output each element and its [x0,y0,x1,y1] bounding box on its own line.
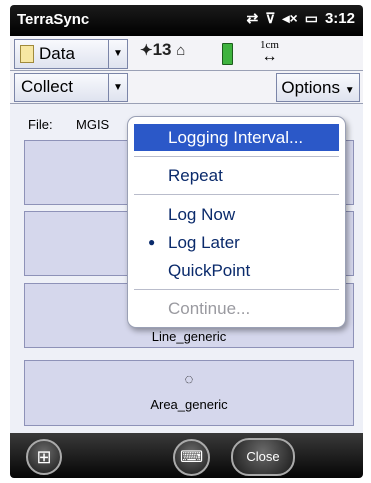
menu-item-log-later[interactable]: ● Log Later [134,229,339,256]
windows-logo-icon: ⊞ [36,447,52,467]
menu-item-label: QuickPoint [168,261,251,280]
options-label: Options [281,78,340,97]
menu-item-repeat[interactable]: Repeat [134,162,339,189]
menu-item-continue: Continue... [134,295,339,322]
gps-status[interactable]: ✦13 ⌂ [140,40,185,60]
data-section-dropdown[interactable]: Data ▼ [14,39,128,69]
collect-toolbar: Collect ▼ Options ▼ [10,71,363,104]
options-button[interactable]: Options ▼ [276,73,360,102]
triangle-down-icon: ▼ [344,85,355,96]
gps-receiver-icon: ⌂ [176,42,186,59]
feature-name: Area_generic [150,397,228,412]
menu-item-log-now[interactable]: Log Now [134,201,339,228]
status-icons: ⇄ ⊽ ◂× ▭ 3:12 [247,10,355,27]
close-button[interactable]: Close [231,438,295,476]
menu-item-label: Continue... [168,299,251,318]
menu-item-label: Log Now [168,205,236,224]
menu-item-label: Log Later [168,233,240,252]
battery-icon[interactable]: ▭ [305,10,318,27]
status-bar: TerraSync ⇄ ⊽ ◂× ▭ 3:12 [10,5,363,36]
menu-divider [134,194,339,195]
chevron-down-icon[interactable]: ▼ [108,40,127,68]
data-toolbar: Data ▼ ✦13 ⌂ 1cm ↔ [10,36,363,71]
satellite-count: 13 [152,40,172,59]
app-title: TerraSync [17,11,90,28]
radio-selected-icon: ● [148,235,156,249]
document-icon [20,45,34,63]
data-section-label: Data [39,44,75,63]
close-label: Close [246,449,280,464]
menu-divider [134,156,339,157]
menu-item-label: Logging Interval... [168,128,304,147]
device-screen: TerraSync ⇄ ⊽ ◂× ▭ 3:12 Data ▼ ✦13 ⌂ 1cm… [10,5,363,478]
accuracy-indicator[interactable]: 1cm ↔ [260,39,279,65]
double-arrow-icon: ↔ [261,48,278,65]
area-icon: ◌ [184,371,194,388]
taskbar: ⊞ ⌨ Close [10,433,363,478]
feature-button-area[interactable]: ◌ Area_generic [24,360,354,426]
no-signal-icon[interactable]: ⊽ [265,10,275,27]
menu-divider [134,289,339,290]
feature-name: Line_generic [151,329,227,344]
chevron-down-icon[interactable]: ▼ [108,74,127,101]
volume-mute-icon[interactable]: ◂× [283,10,298,27]
keyboard-icon: ⌨ [179,449,204,466]
menu-item-logging-interval[interactable]: Logging Interval... [134,124,339,151]
collect-mode-label: Collect [21,77,73,96]
file-name: MGIS [76,117,110,132]
file-label: File: [28,117,53,132]
satellite-icon: ✦ [140,42,153,59]
file-row: File: MGIS [28,117,109,132]
clock[interactable]: 3:12 [325,10,355,27]
start-button[interactable]: ⊞ [26,439,62,475]
menu-item-label: Repeat [168,166,223,185]
collect-mode-dropdown[interactable]: Collect ▼ [14,73,128,102]
options-menu: Logging Interval... Repeat Log Now ● Log … [127,116,346,328]
keyboard-button[interactable]: ⌨ [173,439,210,476]
menu-item-quickpoint[interactable]: QuickPoint [134,257,339,284]
gps-battery-icon[interactable] [222,43,233,65]
network-icon[interactable]: ⇄ [247,10,259,27]
